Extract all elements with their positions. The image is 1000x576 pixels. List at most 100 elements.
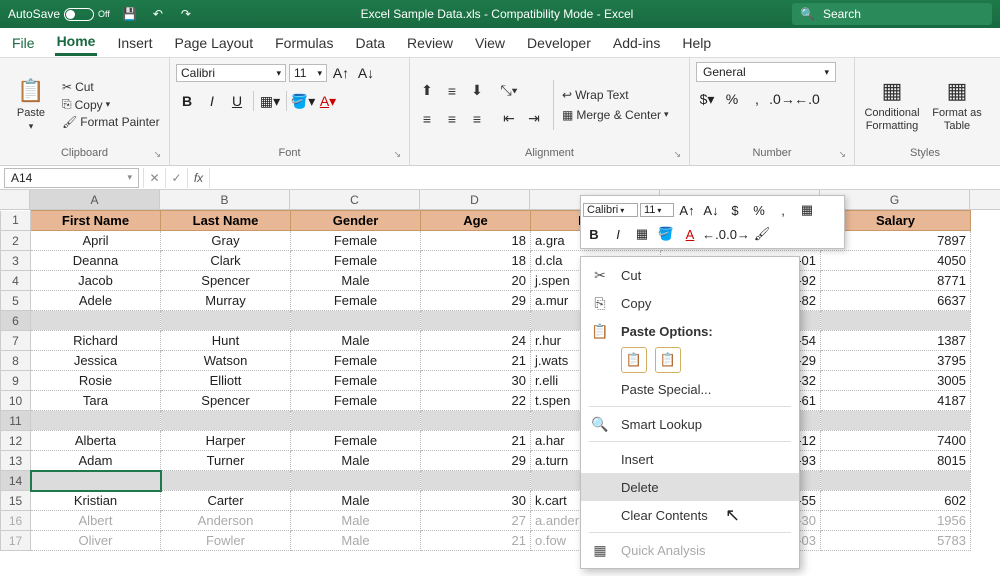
- cell[interactable]: 24: [421, 331, 531, 351]
- tab-insert[interactable]: Insert: [115, 31, 154, 55]
- cell[interactable]: Female: [291, 371, 421, 391]
- cell[interactable]: 4050: [821, 251, 971, 271]
- cell[interactable]: 18: [421, 231, 531, 251]
- border-button[interactable]: ▦: [631, 223, 653, 245]
- cell[interactable]: 3795: [821, 351, 971, 371]
- row-header[interactable]: 11: [1, 411, 31, 431]
- menu-quick-analysis[interactable]: ▦Quick Analysis: [581, 536, 799, 564]
- currency-icon[interactable]: $▾: [696, 88, 718, 110]
- orientation-icon[interactable]: ⤡▾: [498, 80, 520, 102]
- conditional-formatting-button[interactable]: ▦ Conditional Formatting: [861, 77, 923, 131]
- cell[interactable]: Female: [291, 251, 421, 271]
- border-button[interactable]: ▦▾: [259, 90, 281, 112]
- row-header[interactable]: 12: [1, 431, 31, 451]
- font-color-button[interactable]: A▾: [317, 90, 339, 112]
- cell[interactable]: 30: [421, 371, 531, 391]
- cell[interactable]: Jacob: [31, 271, 161, 291]
- cell[interactable]: [821, 471, 971, 491]
- align-top-icon[interactable]: ⬆: [416, 80, 438, 102]
- cell[interactable]: Female: [291, 351, 421, 371]
- decrease-indent-icon[interactable]: ⇤: [498, 108, 520, 130]
- cell[interactable]: 27: [421, 511, 531, 531]
- align-center-icon[interactable]: ≡: [441, 108, 463, 130]
- row-header[interactable]: 2: [1, 231, 31, 251]
- cell[interactable]: Kristian: [31, 491, 161, 511]
- cell[interactable]: Jessica: [31, 351, 161, 371]
- fill-color-button[interactable]: 🪣▾: [292, 90, 314, 112]
- menu-insert[interactable]: Insert: [581, 445, 799, 473]
- tab-data[interactable]: Data: [353, 31, 387, 55]
- column-header-D[interactable]: D: [420, 190, 530, 209]
- redo-icon[interactable]: ↷: [178, 6, 194, 22]
- cell[interactable]: Richard: [31, 331, 161, 351]
- cell[interactable]: [821, 411, 971, 431]
- align-middle-icon[interactable]: ≡: [441, 80, 463, 102]
- cell[interactable]: Murray: [161, 291, 291, 311]
- font-color-button[interactable]: A: [679, 223, 701, 245]
- tab-developer[interactable]: Developer: [525, 31, 593, 55]
- increase-decimal-icon[interactable]: .0→: [771, 88, 793, 110]
- cell[interactable]: Oliver: [31, 531, 161, 551]
- row-header[interactable]: 16: [1, 511, 31, 531]
- cell[interactable]: Male: [291, 531, 421, 551]
- header-cell[interactable]: Gender: [291, 211, 421, 231]
- dialog-launcher-icon[interactable]: ↘: [393, 149, 401, 160]
- header-cell[interactable]: First Name: [31, 211, 161, 231]
- cell[interactable]: Male: [291, 491, 421, 511]
- cell[interactable]: 7400: [821, 431, 971, 451]
- cell[interactable]: [161, 311, 291, 331]
- align-right-icon[interactable]: ≡: [466, 108, 488, 130]
- cell[interactable]: 602: [821, 491, 971, 511]
- cell[interactable]: 29: [421, 291, 531, 311]
- cell[interactable]: 22: [421, 391, 531, 411]
- dialog-launcher-icon[interactable]: ↘: [673, 149, 681, 160]
- fill-color-button[interactable]: 🪣: [655, 223, 677, 245]
- cut-button[interactable]: ✂Cut: [62, 80, 160, 94]
- row-header[interactable]: 17: [1, 531, 31, 551]
- cell[interactable]: [821, 311, 971, 331]
- font-size-select[interactable]: 11▾: [289, 64, 327, 82]
- name-box[interactable]: A14▾: [4, 168, 139, 188]
- cell[interactable]: [161, 411, 291, 431]
- tab-file[interactable]: File: [10, 31, 37, 55]
- enter-icon[interactable]: ✓: [165, 168, 187, 188]
- cell[interactable]: Male: [291, 331, 421, 351]
- underline-button[interactable]: U: [226, 90, 248, 112]
- header-cell[interactable]: Last Name: [161, 211, 291, 231]
- row-header[interactable]: 14: [1, 471, 31, 491]
- tab-view[interactable]: View: [473, 31, 507, 55]
- cell[interactable]: Hunt: [161, 331, 291, 351]
- cell[interactable]: Carter: [161, 491, 291, 511]
- cell[interactable]: Female: [291, 431, 421, 451]
- cell[interactable]: [31, 311, 161, 331]
- cell[interactable]: 8771: [821, 271, 971, 291]
- cell[interactable]: Spencer: [161, 391, 291, 411]
- cell[interactable]: Male: [291, 271, 421, 291]
- decrease-decimal-icon[interactable]: ←.0: [796, 88, 818, 110]
- cell[interactable]: Male: [291, 511, 421, 531]
- format-painter-button[interactable]: 🖌Format Painter: [62, 115, 160, 129]
- tab-formulas[interactable]: Formulas: [273, 31, 335, 55]
- row-header[interactable]: 4: [1, 271, 31, 291]
- save-icon[interactable]: 💾: [122, 6, 138, 22]
- paste-button[interactable]: 📋 Paste ▾: [6, 77, 56, 132]
- row-header[interactable]: 15: [1, 491, 31, 511]
- decrease-font-icon[interactable]: A↓: [355, 62, 377, 84]
- font-name-select[interactable]: Calibri▾: [176, 64, 286, 82]
- italic-button[interactable]: I: [201, 90, 223, 112]
- comma-icon[interactable]: ,: [772, 199, 794, 221]
- cell[interactable]: [31, 471, 161, 491]
- cell[interactable]: Female: [291, 291, 421, 311]
- cell[interactable]: [31, 411, 161, 431]
- cell[interactable]: Turner: [161, 451, 291, 471]
- cell[interactable]: 5783: [821, 531, 971, 551]
- cell[interactable]: 8015: [821, 451, 971, 471]
- row-header[interactable]: 13: [1, 451, 31, 471]
- decrease-decimal-icon[interactable]: ←.0: [703, 223, 725, 245]
- cell[interactable]: Harper: [161, 431, 291, 451]
- row-header[interactable]: 6: [1, 311, 31, 331]
- bold-button[interactable]: B: [583, 223, 605, 245]
- cell[interactable]: 21: [421, 531, 531, 551]
- format-painter-icon[interactable]: 🖌: [751, 223, 773, 245]
- copy-button[interactable]: ⎘Copy▾: [62, 97, 160, 112]
